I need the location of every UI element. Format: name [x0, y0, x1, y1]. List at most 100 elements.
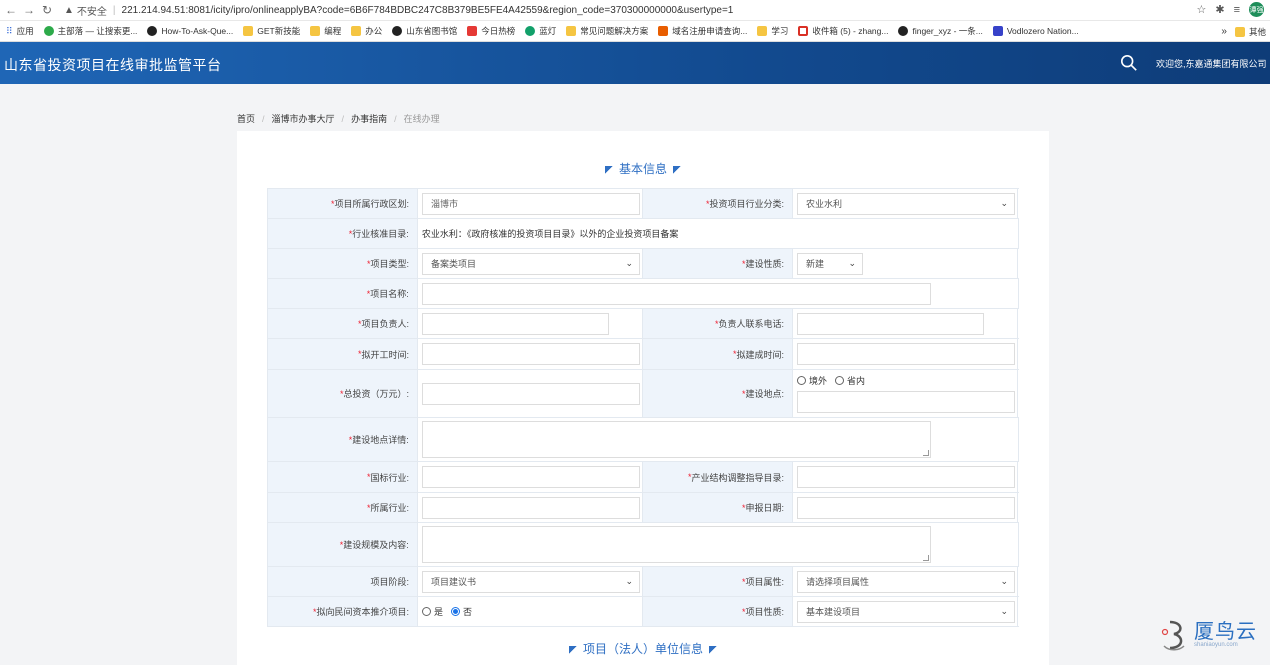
- chevron-down-icon: ⌄: [1000, 576, 1008, 586]
- attribute-select[interactable]: 请选择项目属性 ⌄: [797, 570, 1015, 593]
- back-arrow-icon[interactable]: ←: [4, 3, 18, 17]
- bookmark-star-icon[interactable]: ☆: [1196, 3, 1206, 16]
- bookmark-item[interactable]: Vodlozero Nation...: [992, 26, 1079, 36]
- national-industry-input[interactable]: [422, 466, 640, 488]
- bookmark-folder[interactable]: GET新技能: [243, 25, 300, 37]
- type-cell: 备案类项目 ⌄: [418, 249, 643, 278]
- private-yes-radio[interactable]: 是: [422, 605, 443, 618]
- location-input[interactable]: [797, 391, 1015, 413]
- search-icon[interactable]: [1120, 54, 1138, 72]
- breadcrumb-home[interactable]: 首页: [237, 112, 255, 125]
- bookmark-item[interactable]: 山东省图书馆: [392, 25, 457, 37]
- lantern-icon: [525, 26, 536, 36]
- bookmark-item[interactable]: 今日热榜: [467, 25, 515, 37]
- welcome-text: 欢迎您,东嘉通集团有限公司: [1156, 59, 1267, 69]
- more-bookmarks-button[interactable]: »: [1221, 26, 1227, 37]
- reading-list-icon[interactable]: ≡: [1234, 4, 1240, 16]
- reload-icon[interactable]: ↻: [40, 3, 54, 17]
- stage-select[interactable]: 项目建议书 ⌄: [422, 570, 640, 593]
- scale-label: * 建设规模及内容:: [268, 523, 418, 566]
- national-industry-label: * 国标行业:: [268, 462, 418, 492]
- bookmark-folder[interactable]: 学习: [757, 25, 788, 37]
- national-industry-cell: [418, 462, 643, 492]
- watermark-brand: 厦鸟云 shaniaoyun.com: [1194, 622, 1257, 648]
- structure-cell: [793, 462, 1018, 492]
- private-label: * 拟向民间资本推介项目:: [268, 597, 418, 626]
- belong-industry-cell: [418, 493, 643, 522]
- title-marker-icon: [709, 645, 717, 654]
- bookmark-folder[interactable]: 常见问题解决方案: [566, 25, 648, 37]
- location-detail-textarea[interactable]: [421, 421, 931, 458]
- form-row: * 建设规模及内容:: [268, 523, 1019, 567]
- bookmark-folder[interactable]: 编程: [310, 25, 341, 37]
- watermark-logo: 厦鸟云 shaniaoyun.com: [1160, 614, 1260, 656]
- title-marker-icon: [673, 165, 681, 174]
- finish-date-input[interactable]: [797, 343, 1015, 365]
- region-input[interactable]: 淄博市: [422, 192, 640, 215]
- structure-catalog-input[interactable]: [797, 466, 1015, 488]
- address-bar[interactable]: ▲ 不安全 | 221.214.94.51:8081/icity/ipro/on…: [64, 3, 733, 18]
- extensions-puzzle-icon[interactable]: ✱: [1215, 3, 1224, 16]
- resize-grip-icon[interactable]: [922, 555, 929, 561]
- phone-input[interactable]: [797, 312, 984, 335]
- form-row: * 总投资（万元）: * 建设地点: 境外 省内: [268, 370, 1019, 418]
- report-date-input[interactable]: [797, 496, 1015, 519]
- profile-avatar[interactable]: 谭强: [1249, 2, 1264, 17]
- start-date-input[interactable]: [422, 343, 640, 365]
- breadcrumb-separator: /: [394, 113, 397, 124]
- breadcrumb-guide[interactable]: 办事指南: [351, 112, 387, 125]
- nature-select[interactable]: 新建 ⌄: [797, 252, 863, 275]
- stage-label: 项目阶段:: [268, 567, 418, 596]
- basic-info-form: * 项目所属行政区划: 淄博市 * 投资项目行业分类: 农业水利 ⌄ * 行业核准目录:…: [267, 188, 1019, 627]
- bookmark-item[interactable]: 域名注册申请查询...: [658, 25, 747, 37]
- start-cell: [418, 339, 643, 369]
- url-separator: |: [112, 4, 116, 16]
- breadcrumb-current: 在线办理: [403, 114, 440, 124]
- type-select[interactable]: 备案类项目 ⌄: [422, 252, 640, 275]
- location-inside-radio[interactable]: 省内: [835, 374, 865, 387]
- belong-industry-input[interactable]: [422, 496, 640, 519]
- region-cell: 淄博市: [418, 189, 643, 218]
- other-bookmarks[interactable]: 其他: [1234, 26, 1266, 38]
- folder-icon: [1234, 26, 1245, 37]
- bookmark-apps[interactable]: ⠿ 应用: [6, 25, 34, 37]
- private-no-radio[interactable]: 否: [451, 605, 472, 618]
- bookmark-item[interactable]: finger_xyz - 一条...: [898, 25, 983, 37]
- attribute-cell: 请选择项目属性 ⌄: [793, 567, 1018, 596]
- scale-textarea[interactable]: [421, 526, 931, 563]
- invest-label: * 总投资（万元）:: [268, 370, 418, 417]
- form-row: * 项目类型: 备案类项目 ⌄ * 建设性质: 新建 ⌄: [268, 249, 1019, 279]
- attribute-label: * 项目属性:: [643, 567, 793, 596]
- breadcrumb-hall[interactable]: 淄博市办事大厅: [272, 112, 335, 125]
- bookmark-item[interactable]: How-To-Ask-Que...: [147, 26, 233, 36]
- chevron-down-icon: ⌄: [848, 258, 856, 268]
- report-date-cell: [793, 493, 1018, 522]
- finish-label: * 拟建成时间:: [643, 339, 793, 369]
- browser-actions: ☆ ✱ ≡ 谭强: [1196, 2, 1264, 17]
- leader-input[interactable]: [422, 312, 609, 335]
- forward-arrow-icon[interactable]: →: [22, 3, 36, 17]
- bookmark-item[interactable]: 蓝灯: [525, 25, 556, 37]
- project-name-input[interactable]: [421, 282, 931, 305]
- location-outside-radio[interactable]: 境外: [797, 374, 827, 387]
- location-cell: 境外 省内: [793, 370, 1018, 417]
- bookmark-item[interactable]: 主部落 — 让搜索更...: [43, 25, 137, 37]
- location-detail-cell: [418, 418, 1019, 461]
- url-text: 221.214.94.51:8081/icity/ipro/onlineappl…: [121, 4, 734, 16]
- bookmark-item[interactable]: 收件箱 (5) - zhang...: [798, 25, 888, 37]
- private-cell: 是 否: [418, 597, 643, 626]
- watermark-brand-name: 厦鸟云: [1194, 621, 1257, 643]
- industry-select[interactable]: 农业水利 ⌄: [797, 192, 1015, 215]
- total-investment-input[interactable]: [422, 382, 640, 405]
- chevron-down-icon: ⌄: [625, 258, 633, 268]
- project-nature-label: * 项目性质:: [643, 597, 793, 626]
- leader-cell: [418, 309, 643, 338]
- basic-info-title: 基本信息: [237, 160, 1049, 177]
- unit-info-title: 项目（法人）单位信息: [237, 640, 1049, 657]
- bookmark-folder[interactable]: 办公: [351, 25, 382, 37]
- name-cell: [418, 279, 1019, 308]
- resize-grip-icon[interactable]: [922, 450, 929, 456]
- project-nature-select[interactable]: 基本建设项目 ⌄: [797, 600, 1015, 623]
- bookmarks-overflow: » 其他: [1221, 21, 1266, 41]
- bird-logo-icon: [1161, 620, 1185, 651]
